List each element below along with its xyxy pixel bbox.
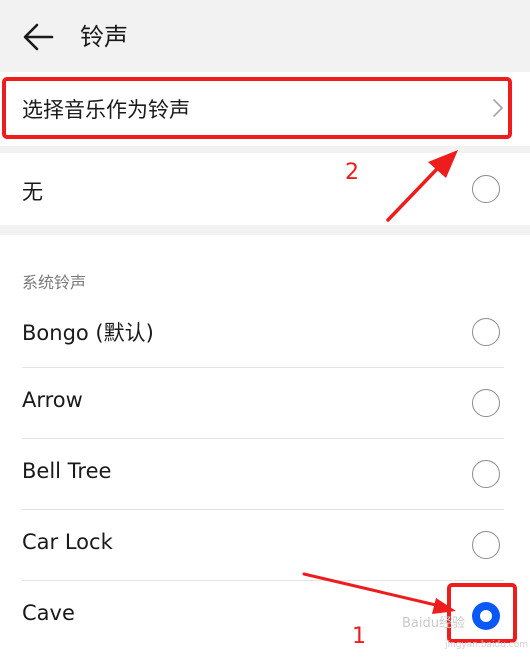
ringtone-radio[interactable] [472,389,500,417]
chevron-right-icon [493,99,503,117]
ringtone-item-bongo[interactable]: Bongo (默认) [0,297,530,368]
ringtone-label: Bell Tree [22,459,112,483]
ringtone-radio[interactable] [472,460,500,488]
ringtone-item-car-lock[interactable]: Car Lock [0,510,530,581]
system-ringtone-list: 系统铃声 Bongo (默认) Arrow Bell Tree Car Lock… [0,235,530,659]
ringtone-label: Arrow [22,388,83,412]
section-header-system-ringtones: 系统铃声 [22,273,87,292]
ringtone-radio[interactable] [472,318,500,346]
ringtone-none-option[interactable]: 无 [0,153,530,225]
ringtone-item-arrow[interactable]: Arrow [0,368,530,439]
ringtone-none-label: 无 [22,180,43,204]
ringtone-label: Bongo (默认) [22,321,154,345]
ringtone-item-bell-tree[interactable]: Bell Tree [0,439,530,510]
ringtone-none-radio[interactable] [472,175,500,203]
ringtone-radio[interactable] [472,531,500,559]
ringtone-label: Car Lock [22,530,113,554]
ringtone-radio-selected[interactable] [472,602,500,630]
choose-music-option[interactable]: 选择音乐作为铃声 [0,72,530,146]
ringtone-label: Cave [22,601,75,625]
page-title: 铃声 [80,23,128,51]
choose-music-label: 选择音乐作为铃声 [22,98,190,122]
back-arrow-icon[interactable] [22,22,54,52]
app-header: 铃声 [0,0,530,72]
ringtone-item-cave[interactable]: Cave [0,581,530,652]
